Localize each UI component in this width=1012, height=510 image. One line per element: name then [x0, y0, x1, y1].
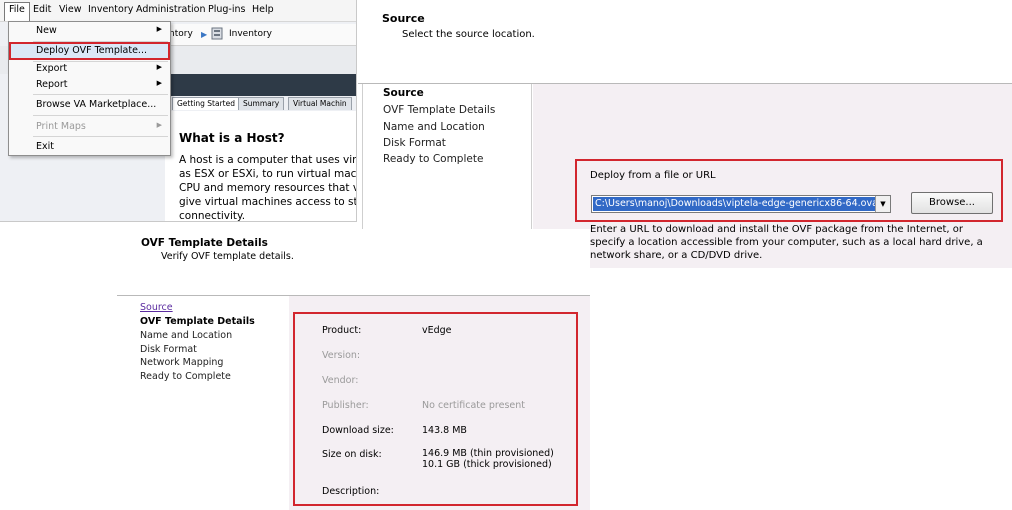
submenu-arrow-icon: ▶	[156, 63, 162, 71]
inventory-icon	[211, 27, 223, 43]
help-line: specify a location accessible from your …	[590, 237, 983, 248]
menu-file[interactable]: File	[4, 2, 30, 21]
menu-item-new[interactable]: New ▶	[9, 23, 170, 40]
description-label: Description:	[322, 486, 380, 497]
publisher-value: No certificate present	[422, 400, 526, 411]
source-path-value[interactable]: C:\Users\manoj\Downloads\viptela-edge-ge…	[593, 197, 880, 211]
menu-item-label: Deploy OVF Template...	[36, 45, 147, 56]
menu-item-label: Browse VA Marketplace...	[36, 99, 157, 110]
tab-summary[interactable]: Summary	[238, 97, 285, 110]
vsphere-client-window: File Edit View Inventory Administration …	[0, 0, 357, 222]
download-size-value: 143.8 MB	[422, 425, 467, 436]
menu-item-report[interactable]: Report ▶	[9, 77, 170, 94]
menu-item-label: New	[36, 25, 57, 36]
wizard-steps: Source OVF Template Details Name and Loc…	[117, 296, 289, 510]
menu-help[interactable]: Help	[252, 4, 274, 15]
step-name-and-location: Name and Location	[383, 121, 485, 133]
download-size-label: Download size:	[322, 425, 394, 436]
menu-item-deploy-ovf-template[interactable]: Deploy OVF Template...	[9, 42, 170, 60]
menu-plugins[interactable]: Plug-ins	[208, 4, 245, 15]
host-help-text: A host is a computer that uses virtu as …	[179, 153, 357, 222]
size-on-disk-thin-value: 146.9 MB (thin provisioned)	[422, 448, 554, 459]
page-title: Source	[382, 12, 425, 25]
step-ovf-template-details: OVF Template Details	[383, 104, 496, 116]
menu-administration[interactable]: Administration	[136, 4, 206, 15]
breadcrumb-inventory[interactable]: Inventory	[229, 29, 272, 39]
navigation-bar: ntory ▶ Inventory	[165, 24, 356, 46]
menu-edit[interactable]: Edit	[33, 4, 51, 15]
breadcrumb-arrow-icon: ▶	[201, 30, 208, 39]
breadcrumb-partial[interactable]: ntory	[169, 29, 193, 39]
menu-bar: File Edit View Inventory Administration …	[0, 0, 356, 22]
host-help-line: connectivity.	[179, 210, 246, 222]
submenu-arrow-icon: ▶	[156, 25, 162, 33]
tab-virtual-machines[interactable]: Virtual Machin	[288, 97, 352, 110]
host-help-line: give virtual machines access to stor	[179, 196, 357, 208]
source-help-text: Enter a URL to download and install the …	[590, 223, 1000, 262]
step-disk-format: Disk Format	[140, 344, 197, 355]
step-source: Source	[383, 87, 424, 99]
host-help-title: What is a Host?	[179, 131, 285, 145]
menu-item-exit[interactable]: Exit	[9, 139, 170, 156]
product-value: vEdge	[422, 325, 452, 336]
menu-item-print-maps: Print Maps ▶	[9, 119, 170, 136]
step-ovf-template-details: OVF Template Details	[140, 316, 255, 327]
help-line: Enter a URL to download and install the …	[590, 224, 963, 235]
deploy-source-group: Deploy from a file or URL C:\Users\manoj…	[575, 159, 1003, 222]
step-network-mapping: Network Mapping	[140, 357, 224, 368]
page-subtitle: Select the source location.	[402, 29, 535, 40]
page-subtitle: Verify OVF template details.	[161, 251, 294, 262]
host-help-line: as ESX or ESXi, to run virtual machi	[179, 168, 357, 180]
browse-button[interactable]: Browse...	[911, 192, 993, 214]
host-header-band	[165, 74, 356, 96]
ovf-details-group: Product: vEdge Version: Vendor: Publishe…	[293, 312, 578, 506]
menu-separator	[33, 136, 168, 137]
page-title: OVF Template Details	[141, 237, 268, 249]
wizard-header: Source Select the source location.	[358, 0, 1012, 84]
menu-item-export[interactable]: Export ▶	[9, 61, 170, 78]
ovf-template-details-page: OVF Template Details Verify OVF template…	[117, 229, 590, 510]
wizard-content: Deploy from a file or URL C:\Users\manoj…	[533, 84, 1012, 268]
host-help-line: A host is a computer that uses virtu	[179, 154, 357, 166]
menu-separator	[33, 115, 168, 116]
menu-item-label: Report	[36, 79, 68, 90]
host-help-line: CPU and memory resources that vir	[179, 182, 357, 194]
step-ready-to-complete: Ready to Complete	[140, 371, 231, 382]
version-label: Version:	[322, 350, 361, 361]
step-disk-format: Disk Format	[383, 137, 446, 149]
size-on-disk-thick-value: 10.1 GB (thick provisioned)	[422, 459, 552, 470]
menu-separator	[33, 94, 168, 95]
help-line: network share, or a CD/DVD drive.	[590, 250, 763, 261]
menu-view[interactable]: View	[59, 4, 82, 15]
submenu-arrow-icon: ▶	[156, 79, 162, 87]
tab-getting-started[interactable]: Getting Started	[172, 97, 240, 110]
getting-started-content: What is a Host? A host is a computer tha…	[165, 111, 357, 222]
wizard-content: Product: vEdge Version: Vendor: Publishe…	[289, 296, 590, 510]
step-name-and-location: Name and Location	[140, 330, 233, 341]
deploy-ovf-source-page: Source Select the source location. Sourc…	[358, 0, 1012, 268]
menu-item-label: Exit	[36, 141, 54, 152]
file-menu-dropdown: New ▶ Deploy OVF Template... Export ▶ Re…	[8, 21, 171, 156]
menu-inventory[interactable]: Inventory	[88, 4, 133, 15]
menu-item-browse-va-marketplace[interactable]: Browse VA Marketplace...	[9, 97, 170, 114]
menu-item-label: Export	[36, 63, 68, 74]
vendor-label: Vendor:	[322, 375, 359, 386]
submenu-arrow-icon: ▶	[156, 121, 162, 129]
step-ready-to-complete: Ready to Complete	[383, 153, 484, 165]
source-path-combobox[interactable]: C:\Users\manoj\Downloads\viptela-edge-ge…	[591, 195, 891, 213]
deploy-source-label: Deploy from a file or URL	[590, 170, 716, 181]
chevron-down-icon[interactable]: ▼	[875, 196, 890, 212]
product-label: Product:	[322, 325, 362, 336]
menu-item-label: Print Maps	[36, 121, 86, 132]
publisher-label: Publisher:	[322, 400, 369, 411]
size-on-disk-label: Size on disk:	[322, 449, 382, 460]
step-source-link[interactable]: Source	[140, 302, 173, 313]
